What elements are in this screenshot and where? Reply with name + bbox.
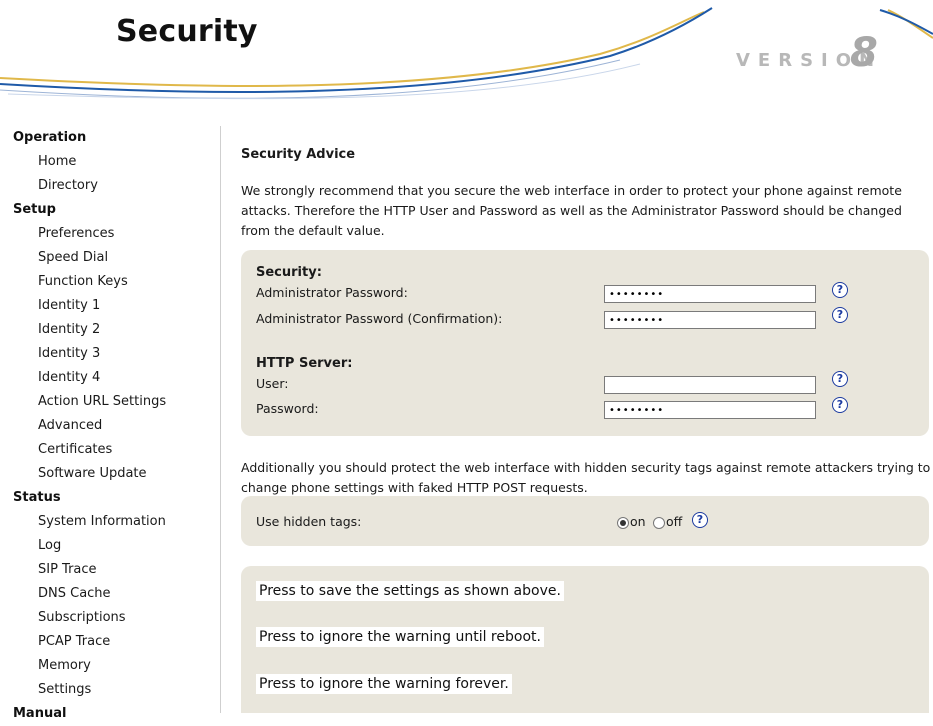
nav-group-setup: Setup [13,202,56,217]
hidden-tags-note: Additionally you should protect the web … [241,460,931,495]
help-icon[interactable]: ? [832,397,848,413]
sidebar-item-home[interactable]: Home [0,150,220,174]
ignore-until-reboot-button[interactable]: Press to ignore the warning until reboot… [256,627,544,647]
help-icon[interactable]: ? [692,512,708,528]
sidebar-item-directory[interactable]: Directory [0,174,220,198]
sidebar-item-dns-cache[interactable]: DNS Cache [0,582,220,606]
nav-group-operation: Operation [13,130,87,145]
help-icon[interactable]: ? [832,282,848,298]
sidebar-item-preferences[interactable]: Preferences [0,222,220,246]
sidebar-item-identity-3[interactable]: Identity 3 [0,342,220,366]
action-buttons-panel: Press to save the settings as shown abov… [241,566,929,713]
sidebar-item-log[interactable]: Log [0,534,220,558]
nav-group-manual[interactable]: Manual [0,702,220,726]
hidden-tags-panel: Use hidden tags: [241,496,929,546]
sidebar-item-settings[interactable]: Settings [0,678,220,702]
sidebar-divider [220,126,221,713]
save-settings-button[interactable]: Press to save the settings as shown abov… [256,581,564,601]
http-password-field[interactable] [604,401,816,419]
hidden-tags-off-radio[interactable] [653,517,665,529]
http-user-field[interactable] [604,376,816,394]
security-advice-text: We strongly recommend that you secure th… [241,183,902,238]
sidebar-item-speed-dial[interactable]: Speed Dial [0,246,220,270]
security-section-heading: Security: [256,265,322,280]
sidebar-nav: Operation Home Directory Setup Preferenc… [0,126,220,726]
security-settings-panel: Security: Administrator Password: ? Admi… [241,250,929,436]
sidebar-item-pcap-trace[interactable]: PCAP Trace [0,630,220,654]
help-icon[interactable]: ? [832,371,848,387]
ignore-forever-button[interactable]: Press to ignore the warning forever. [256,674,512,694]
hidden-tags-label: Use hidden tags: [256,514,362,529]
sidebar-item-function-keys[interactable]: Function Keys [0,270,220,294]
http-password-label: Password: [256,401,319,416]
sidebar-item-software-update[interactable]: Software Update [0,462,220,486]
sidebar-item-identity-2[interactable]: Identity 2 [0,318,220,342]
sidebar-item-identity-4[interactable]: Identity 4 [0,366,220,390]
sidebar-item-identity-1[interactable]: Identity 1 [0,294,220,318]
version-number: 8 [850,30,878,76]
http-server-section-heading: HTTP Server: [256,356,353,371]
admin-password-label: Administrator Password: [256,285,408,300]
admin-password-confirm-label: Administrator Password (Confirmation): [256,311,503,326]
admin-password-field[interactable] [604,285,816,303]
page-title: Security [116,14,258,49]
sidebar-item-memory[interactable]: Memory [0,654,220,678]
http-user-label: User: [256,376,289,391]
sidebar-item-system-information[interactable]: System Information [0,510,220,534]
sidebar-item-sip-trace[interactable]: SIP Trace [0,558,220,582]
security-advice-heading: Security Advice [241,147,356,162]
admin-password-confirm-field[interactable] [604,311,816,329]
hidden-tags-on-label[interactable]: on [630,514,646,529]
sidebar-item-subscriptions[interactable]: Subscriptions [0,606,220,630]
sidebar-item-action-url-settings[interactable]: Action URL Settings [0,390,220,414]
hidden-tags-off-label[interactable]: off [666,514,682,529]
page-header: Security VERSION 8 [0,0,933,110]
sidebar-item-advanced[interactable]: Advanced [0,414,220,438]
nav-group-status: Status [13,490,61,505]
hidden-tags-on-radio[interactable] [617,517,629,529]
sidebar-item-certificates[interactable]: Certificates [0,438,220,462]
help-icon[interactable]: ? [832,307,848,323]
